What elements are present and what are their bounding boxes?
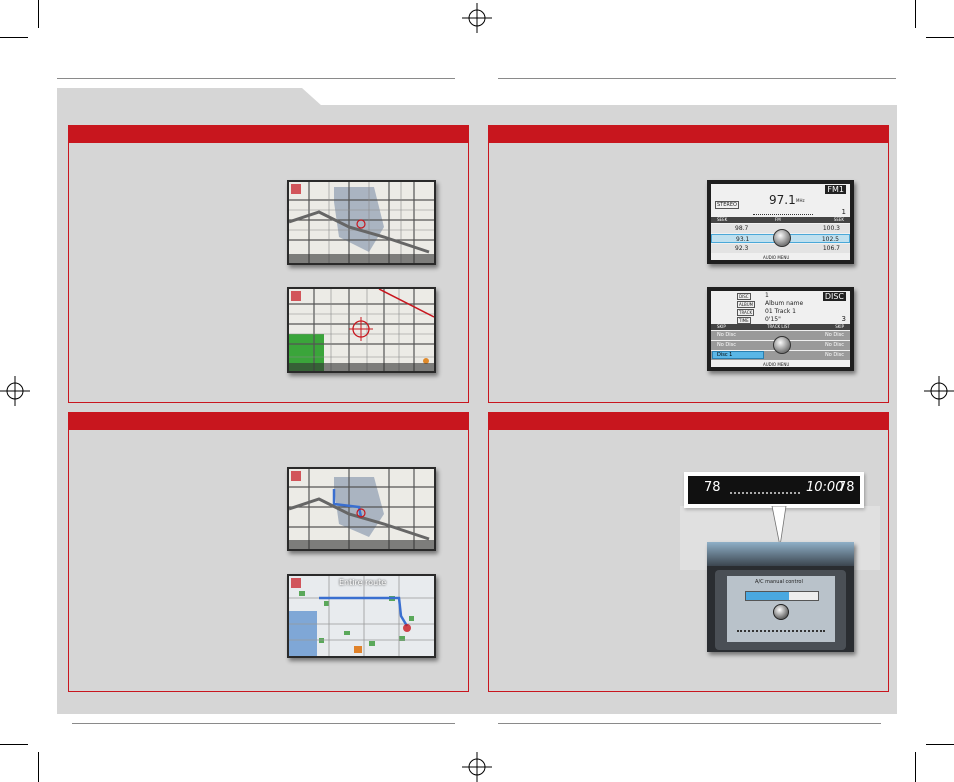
slot-left: No Disc bbox=[717, 332, 736, 338]
preset-right: 102.5 bbox=[821, 236, 839, 243]
climate-knob-icon bbox=[773, 604, 789, 620]
header-rule-left bbox=[57, 78, 455, 79]
disc-value: 1 bbox=[765, 292, 769, 299]
street-map bbox=[289, 289, 434, 371]
registration-mark-top bbox=[462, 3, 492, 33]
album-field-label: ALBUM bbox=[737, 301, 756, 308]
header-rule-right bbox=[498, 78, 896, 79]
street-map bbox=[289, 469, 434, 549]
status-indicators bbox=[730, 492, 800, 496]
preset-left: 92.3 bbox=[735, 245, 749, 252]
footer-rule-right bbox=[498, 723, 881, 724]
slot-right: No Disc bbox=[825, 352, 844, 358]
slot-right: No Disc bbox=[825, 332, 844, 338]
frequency-unit: MHz bbox=[796, 198, 805, 203]
temp-left: 78 bbox=[704, 480, 721, 495]
fan-level-bar bbox=[745, 591, 819, 601]
disc-mode-label: DISC bbox=[822, 292, 846, 301]
registration-mark-left bbox=[0, 376, 30, 406]
interface-dial-icon bbox=[773, 229, 791, 247]
section-tab bbox=[57, 88, 897, 106]
footer-rule-left bbox=[72, 723, 455, 724]
map-screen-1 bbox=[287, 180, 436, 265]
skip-left-label: SKIP bbox=[717, 324, 726, 329]
disc-field-label: DISC bbox=[737, 293, 751, 300]
time-field-label: TIME bbox=[737, 317, 751, 324]
stereo-indicator: STEREO bbox=[715, 201, 739, 209]
panel-header bbox=[69, 413, 468, 430]
temp-right: 78 bbox=[838, 480, 855, 495]
skip-right-label: SKIP bbox=[835, 324, 844, 329]
preset-right: 100.3 bbox=[822, 225, 840, 232]
route-banner: Entire route bbox=[339, 578, 387, 587]
screen-title: A/C manual control bbox=[755, 579, 803, 585]
band-label: FM1 bbox=[825, 185, 846, 194]
seek-left-label: SEEK bbox=[717, 217, 728, 222]
audio-fm-screen: FM1 STEREO 97.1 MHz 1 SEEK FM SEEK 98.7 … bbox=[707, 180, 854, 264]
skip-bar: SKIP TRACK LIST SKIP bbox=[711, 324, 850, 330]
slot-right: No Disc bbox=[825, 342, 844, 348]
track-list-label: TRACK LIST bbox=[767, 324, 790, 329]
preset-left: 93.1 bbox=[736, 236, 750, 243]
registration-mark-bottom bbox=[462, 752, 492, 782]
climate-info-display: 78 10:00 78 bbox=[684, 472, 864, 508]
track-field-label: TRACK bbox=[737, 309, 755, 316]
fm-label: FM bbox=[775, 217, 781, 222]
audio-menu-label: AUDIO MENU bbox=[763, 362, 790, 367]
slot-left-selected: Disc 1 bbox=[712, 351, 764, 359]
map-screen-3 bbox=[287, 467, 436, 551]
disc-number: 3 bbox=[841, 315, 846, 323]
seek-bar: SEEK FM SEEK bbox=[711, 217, 850, 223]
time-value: 0'15" bbox=[765, 316, 781, 323]
frequency-display: 97.1 bbox=[769, 193, 796, 207]
slot-left: No Disc bbox=[717, 342, 736, 348]
climate-screen: A/C manual control bbox=[727, 576, 835, 642]
mode-icons bbox=[737, 630, 825, 638]
panel-header bbox=[489, 413, 888, 430]
audio-disc-screen: DISC DISC ALBUM TRACK TIME 1 Album name … bbox=[707, 287, 854, 371]
map-screen-entire-route: Entire route bbox=[287, 574, 436, 658]
panel-header bbox=[69, 126, 468, 143]
preset-right: 106.7 bbox=[822, 245, 840, 252]
interface-dial-icon bbox=[773, 336, 791, 354]
map-screen-2 bbox=[287, 287, 436, 373]
panel-header bbox=[489, 126, 888, 143]
album-value: Album name bbox=[765, 300, 804, 307]
seek-right-label: SEEK bbox=[833, 217, 844, 222]
preset-left: 98.7 bbox=[735, 225, 749, 232]
dashboard-photo: A/C manual control bbox=[707, 542, 854, 652]
registration-mark-right bbox=[924, 376, 954, 406]
track-value: 01 Track 1 bbox=[765, 308, 796, 315]
street-map bbox=[289, 182, 434, 263]
preset-number: 1 bbox=[841, 208, 846, 216]
route-map bbox=[289, 576, 434, 656]
audio-menu-label: AUDIO MENU bbox=[763, 255, 790, 260]
